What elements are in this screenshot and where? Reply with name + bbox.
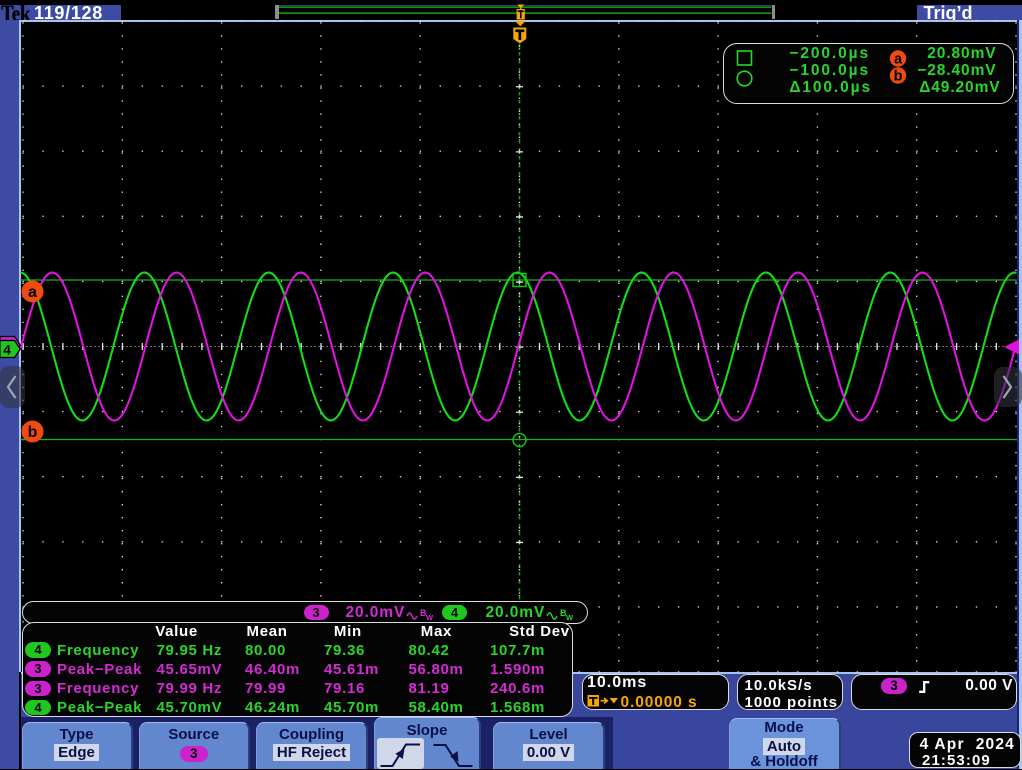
svg-text:4: 4 [3, 342, 11, 358]
svg-text:a: a [28, 284, 37, 301]
svg-text:W: W [426, 613, 434, 622]
svg-text:b: b [28, 424, 38, 441]
svg-text:b: b [893, 69, 902, 85]
svg-text:W: W [566, 613, 574, 622]
svg-text:a: a [893, 52, 902, 68]
